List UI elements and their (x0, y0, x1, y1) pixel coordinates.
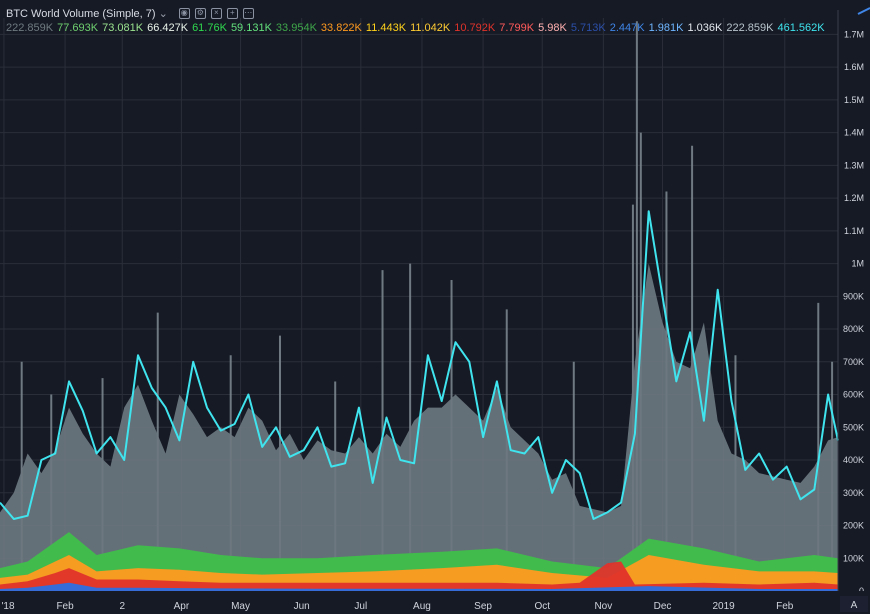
x-tick-label: 2019 (713, 601, 736, 612)
auto-scale-icon[interactable]: A (851, 600, 858, 611)
legend-value: 10.792K (454, 22, 496, 34)
x-tick-label: Dec (654, 601, 672, 612)
y-tick-label: 1.6M (844, 62, 864, 72)
y-tick-label: 500K (843, 422, 864, 432)
legend-value: 66.427K (147, 22, 189, 34)
add-icon[interactable]: + (226, 8, 238, 19)
y-tick-label: 200K (843, 521, 864, 531)
legend-value: 61.76K (192, 22, 227, 34)
legend-value: 11.443K (365, 22, 407, 34)
x-axis-band (0, 591, 870, 614)
x-tick-label: 2 (119, 601, 125, 612)
y-tick-label: 300K (843, 488, 864, 498)
legend-value: 7.799K (499, 22, 535, 34)
y-tick-label: 700K (843, 357, 864, 367)
settings-icon[interactable]: ⚙ (194, 8, 206, 19)
y-tick-label: 1.5M (844, 95, 864, 105)
legend-values: 222.859K 77.693K 73.081K 66.427K 61.76K 59.13… (6, 22, 825, 34)
legend-value: 2.447K (609, 22, 645, 34)
y-tick-label: 800K (843, 324, 864, 334)
x-tick-label: Feb (56, 601, 74, 612)
y-tick-label: 1.1M (844, 226, 864, 236)
y-tick-label: 600K (843, 390, 864, 400)
volume-chart[interactable]: 0100K200K300K400K500K600K700K800K900K1M1… (0, 0, 870, 614)
legend-value: 33.954K (275, 22, 317, 34)
eye-icon[interactable]: ◉ (178, 8, 190, 19)
y-tick-label: 1.3M (844, 160, 864, 170)
remove-icon[interactable]: × (210, 8, 222, 19)
legend-value: 77.693K (57, 22, 99, 34)
y-tick-label: 400K (843, 455, 864, 465)
x-tick-label: Oct (534, 601, 550, 612)
x-tick-label: Feb (776, 601, 794, 612)
indicator-title[interactable]: BTC World Volume (Simple, 7) (6, 8, 156, 20)
x-tick-label: Nov (594, 601, 612, 612)
x-axis[interactable]: '18 Feb 2 Apr May Jun Jul Aug Sep Oct Nov Dec 2019 Fe… (0, 591, 870, 614)
x-tick-label: Sep (474, 601, 492, 612)
x-tick-label: Apr (174, 601, 190, 612)
more-icon[interactable]: ⋯ (242, 8, 254, 19)
legend-value: 59.131K (230, 22, 272, 34)
legend-value: 5.98K (538, 22, 567, 34)
y-tick-label: 1M (851, 259, 864, 269)
legend-value: 222.859K (6, 22, 54, 34)
legend-value: 1.981K (648, 22, 684, 34)
indicator-legend: BTC World Volume (Simple, 7) ⌄ ◉ ⚙ × + ⋯… (6, 7, 825, 35)
x-tick-label: Jul (354, 601, 367, 612)
x-tick-label: May (231, 601, 250, 612)
x-tick-label: Aug (413, 601, 431, 612)
legend-value: 11.042K (410, 22, 451, 34)
legend-value: 222.859K (726, 22, 774, 34)
x-tick-label: '18 (1, 601, 14, 612)
x-tick-label: Jun (294, 601, 310, 612)
legend-value: 1.036K (687, 22, 723, 34)
y-tick-label: 100K (843, 553, 864, 563)
chevron-down-icon[interactable]: ⌄ (159, 7, 168, 20)
legend-value: 5.713K (570, 22, 606, 34)
y-tick-label: 1.4M (844, 128, 864, 138)
y-tick-label: 1.2M (844, 193, 864, 203)
legend-header: BTC World Volume (Simple, 7) ⌄ ◉ ⚙ × + ⋯ (6, 7, 825, 20)
legend-value: 461.562K (777, 22, 825, 34)
y-tick-label: 1.7M (844, 29, 864, 39)
legend-value: 73.081K (102, 22, 144, 34)
chart-panel: 0100K200K300K400K500K600K700K800K900K1M1… (0, 0, 870, 614)
legend-value: 33.822K (320, 22, 362, 34)
y-tick-label: 900K (843, 291, 864, 301)
